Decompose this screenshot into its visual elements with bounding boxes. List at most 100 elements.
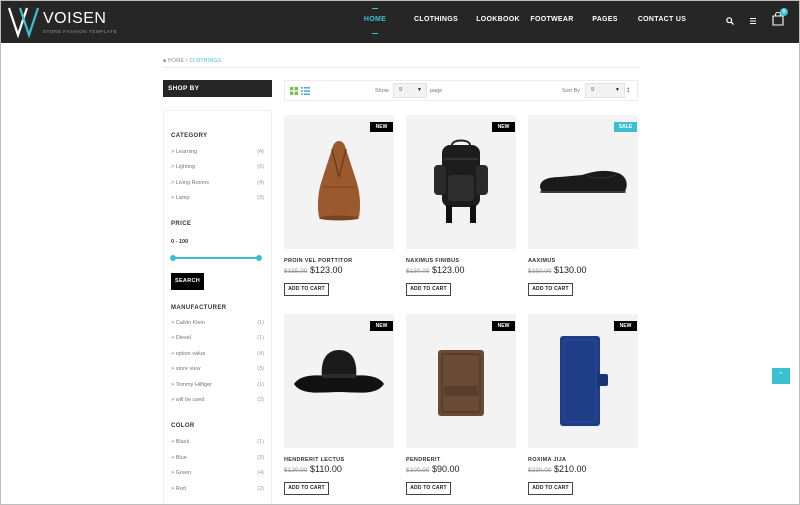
- category-item[interactable]: > Lamp (3): [171, 195, 264, 201]
- slider-handle-max[interactable]: [256, 255, 262, 261]
- product-image[interactable]: [284, 314, 394, 448]
- category-item[interactable]: > Living Rooms (4): [171, 180, 264, 186]
- manufacturer-item[interactable]: > Calvin Klein (1): [171, 320, 264, 326]
- slip-on-shoe-image: [540, 170, 627, 193]
- old-price: $150.00: [528, 268, 552, 275]
- product-name[interactable]: ROXIMA JIJA: [528, 457, 566, 463]
- shop-by-header: SHOP BY: [163, 80, 272, 97]
- manufacturer-item[interactable]: > store view (3): [171, 366, 264, 372]
- category-item[interactable]: > Learning (4): [171, 149, 264, 155]
- menu-icon[interactable]: [750, 18, 756, 24]
- color-item-label: > Black: [171, 439, 190, 445]
- brand-name: VOISEN: [43, 10, 107, 27]
- manufacturer-item[interactable]: > option value (4): [171, 351, 264, 357]
- manufacturer-item-count: (1): [257, 335, 264, 341]
- product-name[interactable]: PENDRERIT: [406, 457, 440, 463]
- old-price: $120.00: [284, 467, 308, 474]
- search-button[interactable]: SEARCH: [171, 273, 204, 290]
- manufacturer-title: MANUFACTURER: [171, 305, 227, 311]
- add-to-cart-button[interactable]: ADD TO CART: [406, 283, 451, 296]
- nav-home-label: HOME: [363, 16, 387, 23]
- show-label: Show: [375, 88, 389, 94]
- nav-footwear[interactable]: FOOTWEAR: [528, 0, 576, 42]
- chevron-up-icon: ⌃: [778, 372, 784, 379]
- category-item-count: (4): [257, 149, 264, 155]
- sort-direction-icon[interactable]: ↕: [626, 85, 630, 94]
- manufacturer-item[interactable]: > Diesel (1): [171, 335, 264, 341]
- manufacturer-item[interactable]: > Tommy Hilfiger (1): [171, 382, 264, 388]
- nav-clothings-label: CLOTHINGS: [414, 16, 458, 23]
- color-item[interactable]: > Green (4): [171, 470, 264, 476]
- product-name[interactable]: HENDRERIT LECTUS: [284, 457, 344, 463]
- price-slider[interactable]: [170, 255, 262, 261]
- cart-button[interactable]: 0: [772, 8, 788, 26]
- add-to-cart-button[interactable]: ADD TO CART: [528, 283, 573, 296]
- price: $90.00: [432, 464, 460, 474]
- slider-handle-min[interactable]: [170, 255, 176, 261]
- color-item[interactable]: > Blue (3): [171, 455, 264, 461]
- manufacturer-item-count: (4): [257, 351, 264, 357]
- sort-select[interactable]: 9 ▼: [585, 83, 625, 98]
- show-select-value: 9: [399, 87, 403, 93]
- manufacturer-item[interactable]: > will be used (2): [171, 397, 264, 403]
- sort-select-value: 9: [591, 87, 595, 93]
- cart-count-badge: 0: [780, 8, 788, 16]
- manufacturer-item-count: (1): [257, 320, 264, 326]
- nav-clothings[interactable]: CLOTHINGS: [406, 0, 466, 42]
- logo-mark-icon: [7, 7, 40, 39]
- manufacturer-item-label: > will be used: [171, 397, 205, 403]
- old-price: $230.00: [528, 467, 552, 474]
- product-image[interactable]: [528, 314, 638, 448]
- add-to-cart-button[interactable]: ADD TO CART: [406, 482, 451, 495]
- nav-lookbook-label: LOOKBOOK: [476, 16, 520, 23]
- color-item[interactable]: > Black (1): [171, 439, 264, 445]
- breadcrumb-separator: /: [185, 58, 188, 64]
- price-range-label: 0 - 100: [171, 239, 189, 245]
- backpack-image: [317, 141, 361, 221]
- sale-badge: SALE: [614, 122, 637, 132]
- manufacturer-item-label: > option value: [171, 351, 206, 357]
- manufacturer-item-label: > Diesel: [171, 335, 192, 341]
- new-badge: NEW: [492, 122, 515, 132]
- manufacturer-item-count: (1): [257, 382, 264, 388]
- breadcrumb-current: CLOTHINGS: [189, 58, 222, 64]
- product-image[interactable]: [406, 314, 516, 448]
- product-image[interactable]: [284, 115, 394, 249]
- product-image[interactable]: [528, 115, 638, 249]
- color-item[interactable]: > Red (2): [171, 486, 264, 492]
- new-badge: NEW: [370, 122, 393, 132]
- category-item-count: (3): [257, 195, 264, 201]
- grid-view-icon[interactable]: [290, 87, 298, 95]
- breadcrumb-home[interactable]: HOME: [168, 58, 184, 64]
- logo[interactable]: VOISEN STORE FASHION TEMPLATE: [7, 5, 117, 39]
- nav-lookbook[interactable]: LOOKBOOK: [472, 0, 524, 42]
- category-item-count: (4): [257, 180, 264, 186]
- scroll-to-top-button[interactable]: ⌃: [772, 368, 790, 384]
- nav-pages[interactable]: PAGES: [588, 0, 622, 42]
- nav-home[interactable]: HOME: [356, 0, 394, 42]
- category-item-label: > Living Rooms: [171, 180, 210, 186]
- new-badge: NEW: [492, 321, 515, 331]
- show-select[interactable]: 9 ▼: [393, 83, 427, 98]
- brand-tagline: STORE FASHION TEMPLATE: [43, 29, 118, 34]
- add-to-cart-button[interactable]: ADD TO CART: [284, 283, 329, 296]
- old-price: $155.00: [284, 268, 308, 275]
- add-to-cart-button[interactable]: ADD TO CART: [284, 482, 329, 495]
- add-to-cart-button[interactable]: ADD TO CART: [528, 482, 573, 495]
- price: $123.00: [310, 265, 343, 275]
- manufacturer-item-label: > Tommy Hilfiger: [171, 382, 213, 388]
- sort-by-label: Sort By: [562, 88, 581, 94]
- product-name[interactable]: NAXIMUS FINIBUS: [406, 258, 459, 264]
- list-view-icon[interactable]: [301, 87, 310, 95]
- category-item[interactable]: > Lighting (6): [171, 164, 264, 170]
- manufacturer-item-label: > Calvin Klein: [171, 320, 205, 326]
- nav-contact-us[interactable]: CONTACT US: [632, 0, 692, 42]
- product-image[interactable]: [406, 115, 516, 249]
- new-badge: NEW: [370, 321, 393, 331]
- search-icon[interactable]: [726, 17, 734, 25]
- price: $130.00: [554, 265, 587, 275]
- price: $210.00: [554, 464, 587, 474]
- leather-backpack-image: [434, 139, 488, 223]
- product-name[interactable]: PROIN VEL PORTTITOR: [284, 258, 352, 264]
- product-name[interactable]: AAXIMUS: [528, 258, 555, 264]
